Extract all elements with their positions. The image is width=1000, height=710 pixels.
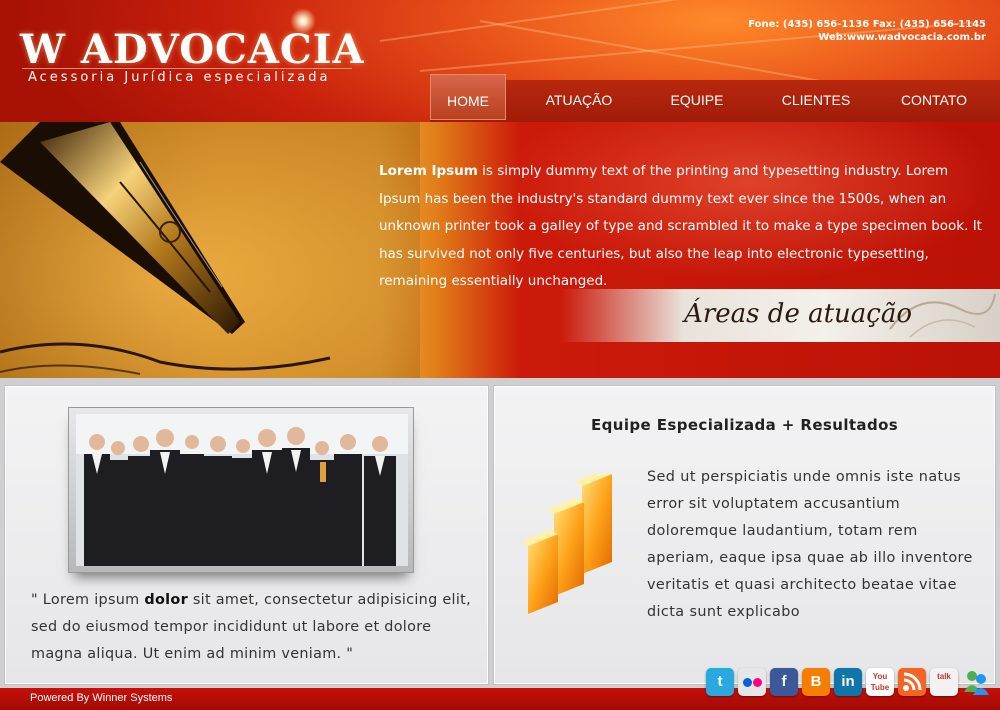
flickr-icon[interactable]	[738, 668, 766, 696]
team-photo-frame	[68, 407, 414, 573]
areas-de-atuacao-label: Áreas de atuação	[684, 299, 912, 329]
nav-item-contato[interactable]: CONTATO	[888, 80, 980, 120]
nav-item-equipe[interactable]: EQUIPE	[652, 80, 742, 120]
testimonial-quote: " Lorem ipsum dolor sit amet, consectetu…	[31, 587, 471, 668]
blogger-icon[interactable]: B	[802, 668, 830, 696]
nav-item-home[interactable]: HOME	[430, 74, 506, 120]
nav-item-clientes[interactable]: CLIENTES	[766, 80, 866, 120]
facebook-icon[interactable]: f	[770, 668, 798, 696]
contact-info: Fone: (435) 656-1136 Fax: (435) 656-1145…	[748, 18, 986, 44]
quote-bold: dolor	[144, 592, 188, 608]
results-title: Equipe Especializada + Resultados	[591, 416, 899, 434]
contact-phone: Fone: (435) 656-1136 Fax: (435) 656-1145	[748, 19, 986, 30]
contact-web: Web:www.wadvocacia.com.br	[818, 32, 986, 43]
logo-subtitle: Acessoria Jurídica especializada	[28, 70, 331, 85]
fountain-pen-image	[0, 122, 420, 378]
hero-banner: Lorem Ipsum is simply dummy text of the …	[0, 122, 1000, 378]
rss-icon[interactable]	[898, 668, 926, 696]
results-text: Sed ut perspiciatis unde omnis iste natu…	[647, 469, 973, 620]
gtalk-icon[interactable]: talk	[930, 668, 958, 696]
banner-intro-text: Lorem Ipsum is simply dummy text of the …	[379, 158, 989, 296]
youtube-icon[interactable]: You Tube	[866, 668, 894, 696]
results-panel: Equipe Especializada + Resultados Sed ut…	[493, 385, 996, 685]
powered-by-link[interactable]: Powered By Winner Systems	[30, 692, 172, 704]
team-photo-panel: " Lorem ipsum dolor sit amet, consectetu…	[4, 385, 489, 685]
banner-intro-bold: Lorem Ipsum	[379, 163, 478, 179]
linkedin-icon[interactable]: in	[834, 668, 862, 696]
nav-item-atuacao[interactable]: ATUAÇÃO	[526, 80, 632, 120]
main-nav: HOME ATUAÇÃO EQUIPE CLIENTES CONTATO	[430, 74, 1000, 122]
logo-title[interactable]: W ADVOCACIA	[20, 26, 365, 73]
team-photo	[76, 414, 408, 566]
twitter-icon[interactable]: t	[706, 668, 734, 696]
banner-intro-body: is simply dummy text of the printing and…	[379, 163, 982, 289]
logo-divider	[22, 68, 352, 69]
quote-start: " Lorem ipsum	[31, 592, 145, 608]
areas-de-atuacao-banner[interactable]: Áreas de atuação	[560, 289, 1000, 342]
site-header: W ADVOCACIA Acessoria Jurídica especiali…	[0, 0, 1000, 122]
content-area: " Lorem ipsum dolor sit amet, consectetu…	[0, 378, 1000, 688]
bar-chart-icon	[524, 474, 612, 614]
messenger-icon[interactable]	[962, 668, 990, 696]
